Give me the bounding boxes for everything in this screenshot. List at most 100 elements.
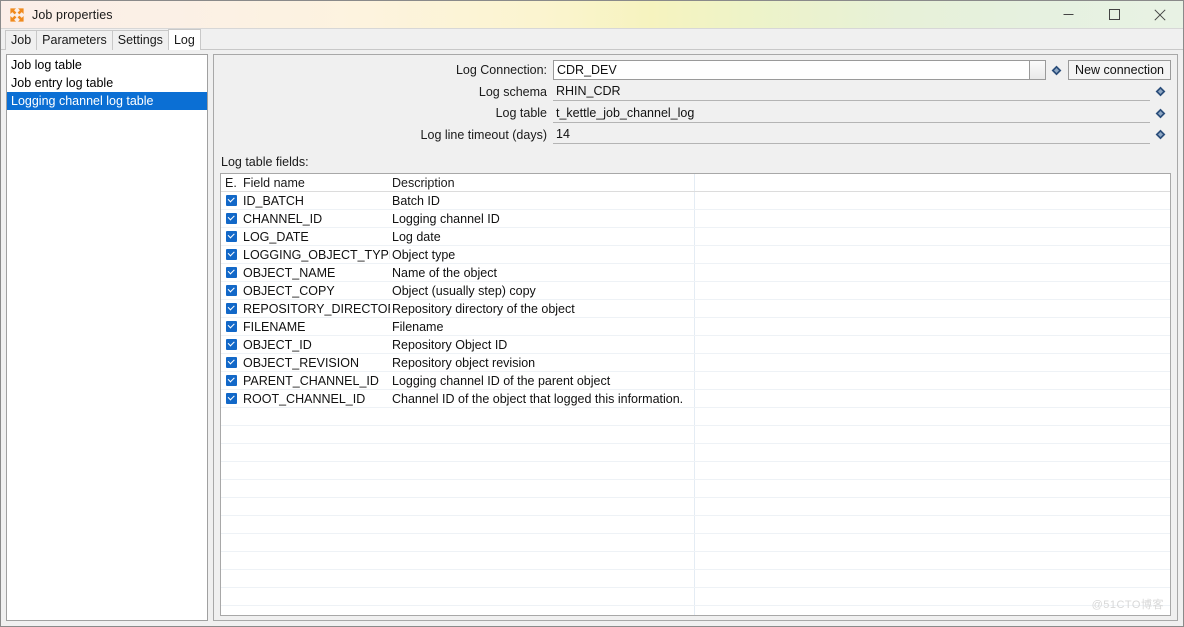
checkbox-checked-icon[interactable] — [226, 231, 237, 243]
table-row-empty[interactable] — [221, 534, 1170, 553]
variable-diamond-icon[interactable] — [1152, 126, 1169, 143]
cell-description[interactable] — [390, 516, 695, 534]
cell-description[interactable] — [390, 462, 695, 480]
log-table-input[interactable]: t_kettle_job_channel_log — [553, 104, 1150, 123]
table-row-empty[interactable] — [221, 606, 1170, 615]
cell-field-name[interactable]: ROOT_CHANNEL_ID — [243, 390, 390, 407]
cell-description[interactable] — [390, 552, 695, 570]
row-enabled-checkbox-cell[interactable] — [221, 480, 243, 497]
table-row-empty[interactable] — [221, 588, 1170, 607]
row-enabled-checkbox-cell[interactable] — [221, 588, 243, 605]
checkbox-checked-icon[interactable] — [226, 303, 237, 315]
cell-field-name[interactable] — [243, 534, 390, 551]
table-row-empty[interactable] — [221, 570, 1170, 589]
table-row-empty[interactable] — [221, 516, 1170, 535]
checkbox-checked-icon[interactable] — [226, 393, 237, 405]
cell-description[interactable] — [390, 444, 695, 462]
cell-description[interactable] — [390, 426, 695, 444]
table-row-empty[interactable] — [221, 480, 1170, 499]
cell-field-name[interactable]: LOG_DATE — [243, 228, 390, 245]
tab-parameters[interactable]: Parameters — [36, 30, 113, 50]
table-row[interactable]: ROOT_CHANNEL_ID Channel ID of the object … — [221, 390, 1170, 409]
row-enabled-checkbox-cell[interactable] — [221, 552, 243, 569]
log-connection-dropdown-arrow[interactable] — [1030, 60, 1047, 81]
cell-field-name[interactable]: ID_BATCH — [243, 192, 390, 209]
variable-diamond-icon[interactable] — [1152, 105, 1169, 122]
cell-description[interactable] — [390, 498, 695, 516]
checkbox-checked-icon[interactable] — [226, 285, 237, 297]
cell-description[interactable]: Name of the object — [390, 264, 695, 282]
checkbox-checked-icon[interactable] — [226, 339, 237, 351]
table-row-empty[interactable] — [221, 498, 1170, 517]
row-enabled-checkbox-cell[interactable] — [221, 426, 243, 443]
cell-description[interactable] — [390, 408, 695, 426]
checkbox-checked-icon[interactable] — [226, 213, 237, 225]
new-connection-button[interactable]: New connection — [1068, 60, 1171, 81]
cell-field-name[interactable] — [243, 570, 390, 587]
row-enabled-checkbox-cell[interactable] — [221, 300, 243, 317]
row-enabled-checkbox-cell[interactable] — [221, 228, 243, 245]
table-row-empty[interactable] — [221, 426, 1170, 445]
checkbox-checked-icon[interactable] — [226, 321, 237, 333]
cell-field-name[interactable]: LOGGING_OBJECT_TYPE — [243, 246, 390, 263]
log-table-fields-grid[interactable]: E. Field name Description ID_BATCH Batch … — [220, 173, 1171, 616]
table-row-empty[interactable] — [221, 552, 1170, 571]
cell-description[interactable]: Logging channel ID — [390, 210, 695, 228]
table-row[interactable]: OBJECT_NAME Name of the object — [221, 264, 1170, 283]
cell-field-name[interactable] — [243, 462, 390, 479]
row-enabled-checkbox-cell[interactable] — [221, 516, 243, 533]
checkbox-checked-icon[interactable] — [226, 375, 237, 387]
row-enabled-checkbox-cell[interactable] — [221, 246, 243, 263]
table-row-empty[interactable] — [221, 408, 1170, 427]
column-header-field-name[interactable]: Field name — [243, 174, 390, 191]
cell-description[interactable]: Object (usually step) copy — [390, 282, 695, 300]
cell-field-name[interactable]: PARENT_CHANNEL_ID — [243, 372, 390, 389]
cell-field-name[interactable]: REPOSITORY_DIRECTORY — [243, 300, 390, 317]
cell-field-name[interactable] — [243, 606, 390, 615]
cell-field-name[interactable]: CHANNEL_ID — [243, 210, 390, 227]
cell-description[interactable]: Object type — [390, 246, 695, 264]
table-row[interactable]: REPOSITORY_DIRECTORY Repository directory… — [221, 300, 1170, 319]
row-enabled-checkbox-cell[interactable] — [221, 498, 243, 515]
log-connection-input[interactable]: CDR_DEV — [553, 60, 1031, 81]
variable-diamond-icon[interactable] — [1152, 83, 1169, 100]
maximize-button[interactable] — [1091, 1, 1137, 29]
sidebar-item-job-entry-log-table[interactable]: Job entry log table — [7, 74, 207, 92]
row-enabled-checkbox-cell[interactable] — [221, 210, 243, 227]
cell-field-name[interactable] — [243, 480, 390, 497]
tab-log[interactable]: Log — [167, 29, 201, 50]
cell-description[interactable]: Logging channel ID of the parent object — [390, 372, 695, 390]
row-enabled-checkbox-cell[interactable] — [221, 606, 243, 615]
cell-description[interactable]: Channel ID of the object that logged thi… — [390, 390, 695, 408]
table-row-empty[interactable] — [221, 462, 1170, 481]
row-enabled-checkbox-cell[interactable] — [221, 354, 243, 371]
cell-field-name[interactable]: OBJECT_REVISION — [243, 354, 390, 371]
cell-description[interactable] — [390, 588, 695, 606]
cell-field-name[interactable]: OBJECT_NAME — [243, 264, 390, 281]
row-enabled-checkbox-cell[interactable] — [221, 372, 243, 389]
table-row[interactable]: FILENAME Filename — [221, 318, 1170, 337]
cell-description[interactable] — [390, 480, 695, 498]
row-enabled-checkbox-cell[interactable] — [221, 462, 243, 479]
checkbox-checked-icon[interactable] — [226, 357, 237, 369]
variable-diamond-icon[interactable] — [1048, 62, 1065, 79]
column-header-enabled[interactable]: E. — [221, 174, 243, 191]
minimize-button[interactable] — [1045, 1, 1091, 29]
checkbox-checked-icon[interactable] — [226, 267, 237, 279]
table-row[interactable]: OBJECT_COPY Object (usually step) copy — [221, 282, 1170, 301]
cell-field-name[interactable] — [243, 426, 390, 443]
cell-description[interactable]: Repository Object ID — [390, 336, 695, 354]
table-row[interactable]: ID_BATCH Batch ID — [221, 192, 1170, 211]
cell-description[interactable]: Filename — [390, 318, 695, 336]
log-schema-input[interactable]: RHIN_CDR — [553, 82, 1150, 102]
cell-field-name[interactable] — [243, 516, 390, 533]
cell-field-name[interactable] — [243, 408, 390, 425]
cell-field-name[interactable]: FILENAME — [243, 318, 390, 335]
cell-description[interactable]: Repository object revision — [390, 354, 695, 372]
cell-description[interactable] — [390, 606, 695, 615]
cell-description[interactable]: Repository directory of the object — [390, 300, 695, 318]
row-enabled-checkbox-cell[interactable] — [221, 444, 243, 461]
cell-field-name[interactable]: OBJECT_ID — [243, 336, 390, 353]
cell-description[interactable]: Batch ID — [390, 192, 695, 210]
row-enabled-checkbox-cell[interactable] — [221, 282, 243, 299]
